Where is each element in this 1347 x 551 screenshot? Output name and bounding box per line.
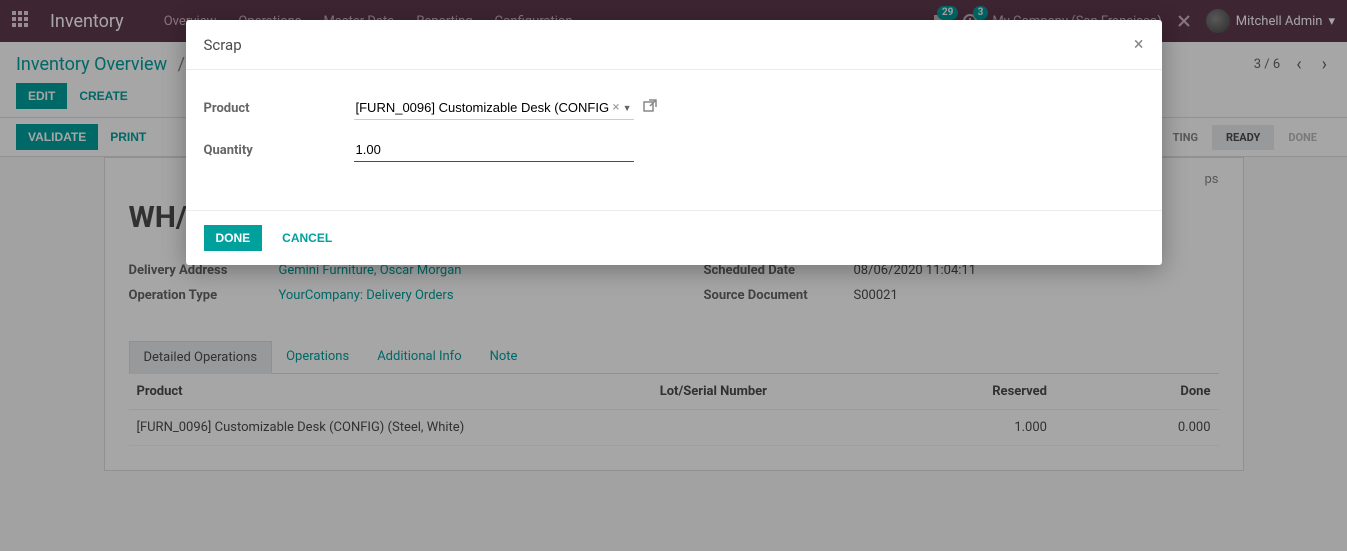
scrap-modal: Scrap × Product × ▼ Quantity DONE CANCEL xyxy=(186,20,1162,265)
product-input[interactable] xyxy=(354,96,634,120)
cancel-button[interactable]: CANCEL xyxy=(272,225,342,251)
quantity-input[interactable] xyxy=(354,138,634,162)
clear-icon[interactable]: × xyxy=(613,100,620,115)
dropdown-caret-icon[interactable]: ▼ xyxy=(623,103,632,114)
external-link-icon[interactable] xyxy=(642,98,658,118)
modal-close-button[interactable]: × xyxy=(1134,34,1144,55)
quantity-label: Quantity xyxy=(204,143,354,158)
modal-title: Scrap xyxy=(204,36,242,54)
done-button[interactable]: DONE xyxy=(204,225,263,251)
product-label: Product xyxy=(204,101,354,116)
